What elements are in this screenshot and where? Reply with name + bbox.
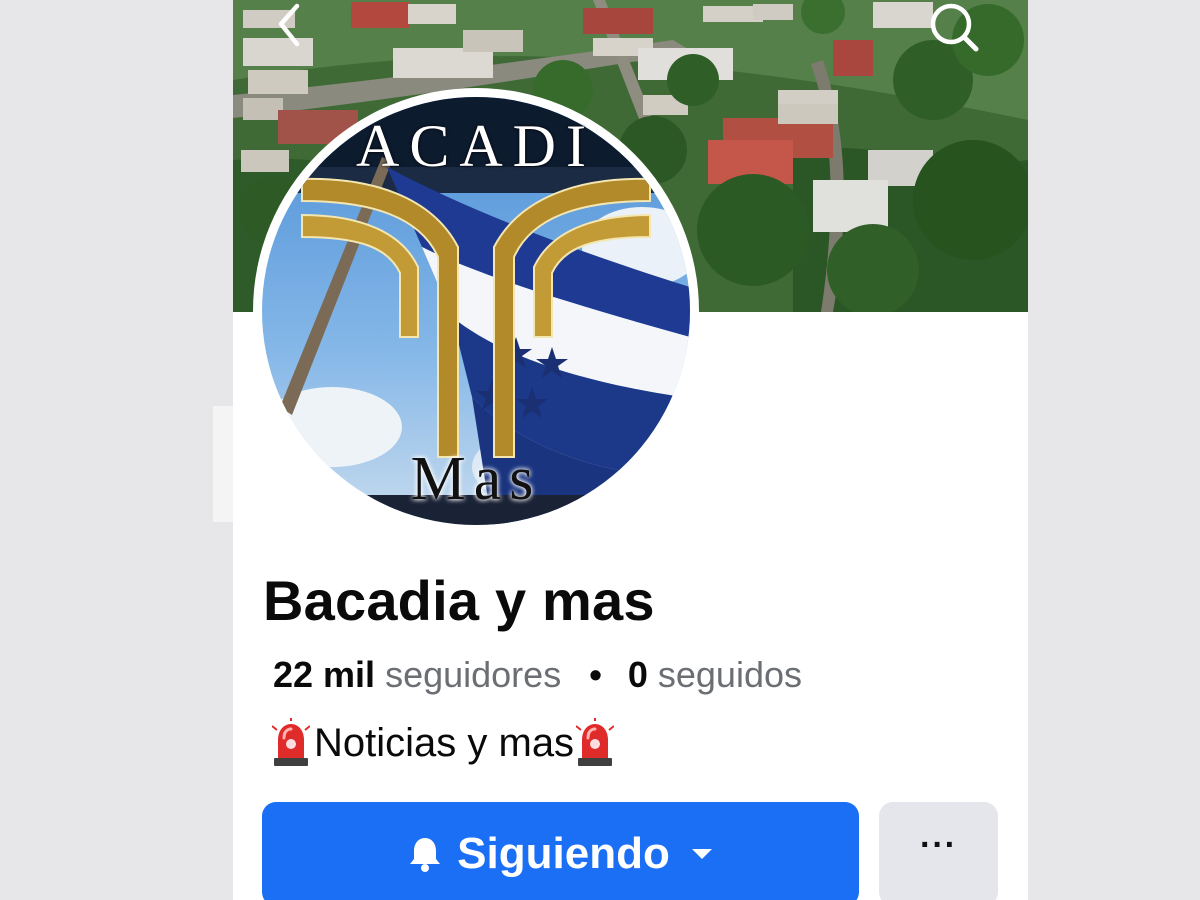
logo-top-text: ACADI	[356, 113, 596, 179]
profile-avatar[interactable]: ACADI Mas	[253, 88, 699, 534]
following-label[interactable]: seguidos	[658, 654, 802, 695]
bio-text: Noticias y mas	[314, 720, 575, 765]
profile-screen: ACADI Mas Bacadia y mas 22 mil seguidore…	[233, 0, 1028, 900]
followers-label[interactable]: seguidores	[385, 654, 561, 695]
following-button[interactable]: Siguiendo	[262, 802, 859, 900]
search-button[interactable]	[921, 0, 987, 56]
back-button[interactable]	[267, 0, 313, 50]
following-count[interactable]: 0	[628, 654, 648, 695]
search-icon	[930, 3, 979, 52]
bell-icon	[407, 835, 443, 873]
siren-emoji-icon	[271, 718, 311, 768]
more-options-button[interactable]: ···	[879, 802, 998, 900]
page-title: Bacadia y mas	[263, 569, 655, 632]
stats-separator: •	[589, 654, 602, 695]
logo-bottom-text: Mas	[410, 445, 542, 513]
followers-count[interactable]: 22 mil	[273, 654, 375, 695]
page-bio: Noticias y mas	[270, 718, 618, 768]
following-button-label: Siguiendo	[457, 829, 670, 878]
follow-stats: 22 mil seguidores • 0 seguidos	[273, 654, 802, 696]
caret-down-icon	[690, 847, 714, 861]
chevron-left-icon	[278, 3, 300, 47]
background-panel-edge	[213, 406, 233, 522]
siren-emoji-icon	[575, 718, 615, 768]
